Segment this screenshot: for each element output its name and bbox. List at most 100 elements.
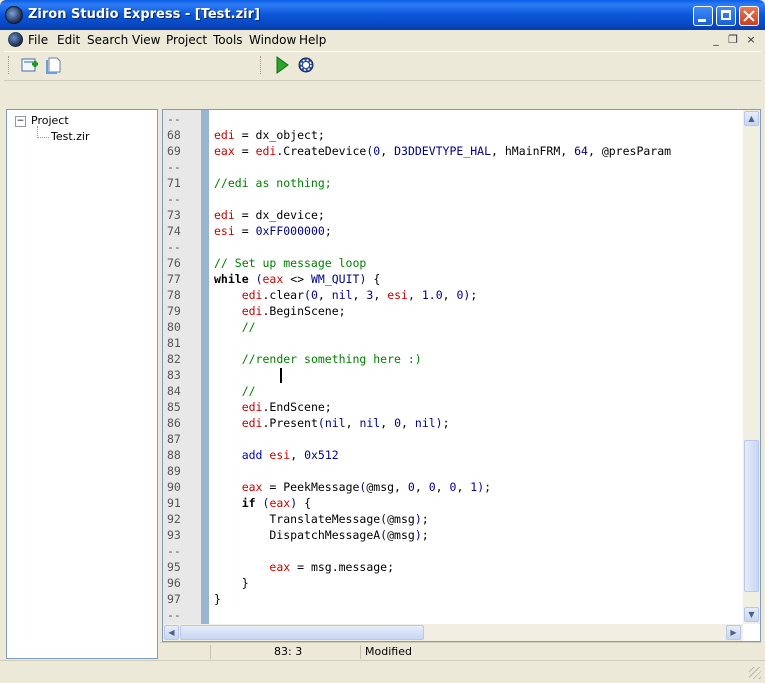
line-number: -- [167, 544, 181, 558]
horizontal-scroll-thumb[interactable] [180, 625, 424, 640]
code-line[interactable]: } [214, 576, 249, 592]
code-area[interactable]: edi = dx_object; eax = edi.CreateDevice(0… [214, 110, 741, 624]
line-number: 91 [167, 496, 181, 510]
line-number: 85 [167, 400, 181, 414]
line-number: 78 [167, 288, 181, 302]
menu-search[interactable]: Search [87, 33, 128, 47]
text-caret [280, 368, 282, 383]
line-number: -- [167, 192, 181, 206]
status-divider-2 [360, 645, 361, 659]
toolbar-grip[interactable] [8, 56, 12, 74]
code-line[interactable]: } [214, 592, 221, 608]
line-number: 95 [167, 560, 181, 574]
project-tree: − Project Test.zir [6, 109, 158, 659]
maximize-button[interactable] [716, 6, 736, 26]
code-line[interactable]: //edi as nothing; [214, 176, 332, 192]
line-number: -- [167, 608, 181, 622]
line-number: -- [167, 160, 181, 174]
vertical-scroll-thumb[interactable] [744, 440, 759, 592]
menu-tools[interactable]: Tools [213, 33, 243, 47]
horizontal-scrollbar[interactable]: ◀ ▶ [163, 624, 743, 641]
line-number: 97 [167, 592, 181, 606]
fold-margin [201, 110, 209, 624]
line-number-gutter: -- 68 69 -- 71 -- 73 74 -- 76 77 78 79 80 81 82 83 84 85 86… [163, 110, 201, 624]
code-line[interactable]: TranslateMessage(@msg); [214, 512, 428, 528]
menu-view[interactable]: View [132, 33, 160, 47]
new-project-icon[interactable] [20, 55, 40, 75]
line-number: 87 [167, 432, 181, 446]
line-number: 90 [167, 480, 181, 494]
window-title: Ziron Studio Express - [Test.zir] [28, 7, 260, 22]
code-line[interactable]: // Set up message loop [214, 256, 366, 272]
code-line[interactable]: edi.BeginScene; [214, 304, 346, 320]
code-line[interactable]: edi = dx_object; [214, 128, 325, 144]
code-line[interactable]: edi.clear(0, nil, 3, esi, 1.0, 0); [214, 288, 478, 304]
code-editor[interactable]: -- 68 69 -- 71 -- 73 74 -- 76 77 78 79 80 81 82 83 84 85 86… [162, 109, 761, 642]
scroll-right-button[interactable]: ▶ [726, 625, 741, 640]
open-file-icon[interactable] [44, 55, 64, 75]
status-divider [210, 645, 211, 659]
resize-grip-icon[interactable] [749, 667, 761, 679]
line-number: 76 [167, 256, 181, 270]
line-number: -- [167, 240, 181, 254]
code-line[interactable]: // [214, 320, 256, 336]
app-window: Ziron Studio Express - [Test.zir] File E… [0, 0, 765, 683]
vertical-scrollbar[interactable]: ▲ ▼ [743, 110, 760, 624]
menu-edit[interactable]: Edit [57, 33, 80, 47]
menu-bar: File Edit Search View Project Tools Wind… [4, 30, 761, 50]
code-line[interactable]: while (eax <> WM_QUIT) { [214, 272, 380, 288]
line-number: 86 [167, 416, 181, 430]
menu-help[interactable]: Help [299, 33, 326, 47]
code-line[interactable]: if (eax) { [214, 496, 311, 512]
code-line[interactable]: edi = dx_device; [214, 208, 325, 224]
code-line[interactable]: edi.Present(nil, nil, 0, nil); [214, 416, 450, 432]
close-button[interactable] [739, 6, 759, 26]
tree-connector-h [37, 137, 49, 138]
app-logo-icon[interactable] [5, 6, 23, 24]
minimize-button[interactable] [693, 6, 713, 26]
line-number: 92 [167, 512, 181, 526]
menu-file[interactable]: File [28, 33, 48, 47]
code-line[interactable]: // [214, 384, 256, 400]
mdi-close-button[interactable]: × [744, 33, 758, 47]
toolbar-row-2 [4, 80, 761, 107]
code-line[interactable]: eax = edi.CreateDevice(0, D3DDEVTYPE_HAL… [214, 144, 671, 160]
line-number: 83 [167, 368, 181, 382]
mdi-minimize-button[interactable]: _ [709, 33, 723, 47]
line-number: 68 [167, 128, 181, 142]
code-line[interactable]: //render something here :) [214, 352, 422, 368]
title-bar[interactable]: Ziron Studio Express - [Test.zir] [0, 0, 765, 30]
code-line[interactable]: esi = 0xFF000000; [214, 224, 332, 240]
line-number: 84 [167, 384, 181, 398]
menu-window[interactable]: Window [249, 33, 296, 47]
toolbar [4, 51, 761, 78]
line-number: 81 [167, 336, 181, 350]
mdi-restore-button[interactable]: ❐ [726, 33, 740, 47]
line-number: 79 [167, 304, 181, 318]
line-number: 96 [167, 576, 181, 590]
tree-item-file[interactable]: Test.zir [51, 130, 90, 143]
line-number: 82 [167, 352, 181, 366]
scroll-up-button[interactable]: ▲ [744, 111, 759, 126]
code-line[interactable]: eax = PeekMessage(@msg, 0, 0, 0, 1); [214, 480, 491, 496]
document-icon[interactable] [8, 32, 23, 47]
run-icon[interactable] [272, 55, 292, 75]
line-number: 71 [167, 176, 181, 190]
scroll-left-button[interactable]: ◀ [164, 625, 179, 640]
code-line[interactable]: edi.EndScene; [214, 400, 332, 416]
line-number: 80 [167, 320, 181, 334]
code-line[interactable]: eax = msg.message; [214, 560, 394, 576]
code-line[interactable]: add esi, 0x512 [214, 448, 339, 464]
toolbar-grip-2[interactable] [260, 56, 264, 74]
code-line[interactable]: DispatchMessageA(@msg); [214, 528, 428, 544]
collapse-icon[interactable]: − [15, 116, 26, 127]
line-number: 89 [167, 464, 181, 478]
line-number: -- [167, 112, 181, 126]
menu-project[interactable]: Project [166, 33, 207, 47]
scroll-down-button[interactable]: ▼ [744, 607, 759, 622]
line-number: 88 [167, 448, 181, 462]
line-number: 73 [167, 208, 181, 222]
build-settings-icon[interactable] [296, 55, 316, 75]
line-number: 93 [167, 528, 181, 542]
line-number: 77 [167, 272, 181, 286]
